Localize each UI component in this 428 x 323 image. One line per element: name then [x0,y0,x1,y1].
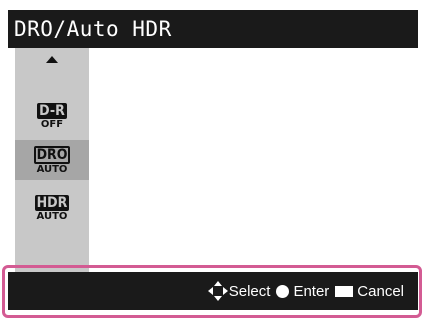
select-hint: Select [207,281,271,301]
enter-hint: Enter [276,283,329,300]
menu-item-dro-auto[interactable]: DRO AUTO [15,140,89,180]
cancel-hint: Cancel [335,283,404,300]
dpad-icon [207,281,228,301]
dro-auto-icon-bottom: AUTO [36,163,68,175]
dro-off-icon-top: D-R [37,102,67,119]
footer-guide-bar: Select Enter Cancel [8,272,418,310]
menu-item-hdr-auto[interactable]: HDR AUTO [15,188,89,228]
dro-off-icon: D-R OFF [37,102,67,130]
cancel-label: Cancel [357,282,404,300]
select-label: Select [228,282,271,300]
screen-title: DRO/Auto HDR [8,10,418,48]
side-menu: D-R OFF DRO AUTO HDR AUTO [15,48,89,282]
hdr-auto-icon-top: HDR [34,194,70,211]
menu-item-dro-off[interactable]: D-R OFF [15,96,89,136]
center-button-icon [276,284,290,298]
dro-off-icon-bottom: OFF [40,118,64,130]
scroll-up-arrow-icon[interactable] [46,56,58,63]
dro-auto-icon: DRO AUTO [33,145,71,175]
enter-label: Enter [293,282,330,300]
dro-auto-icon-top: DRO [33,145,71,164]
menu-button-icon [335,285,354,297]
hdr-auto-icon-bottom: AUTO [36,210,68,222]
hdr-auto-icon: HDR AUTO [34,194,70,222]
